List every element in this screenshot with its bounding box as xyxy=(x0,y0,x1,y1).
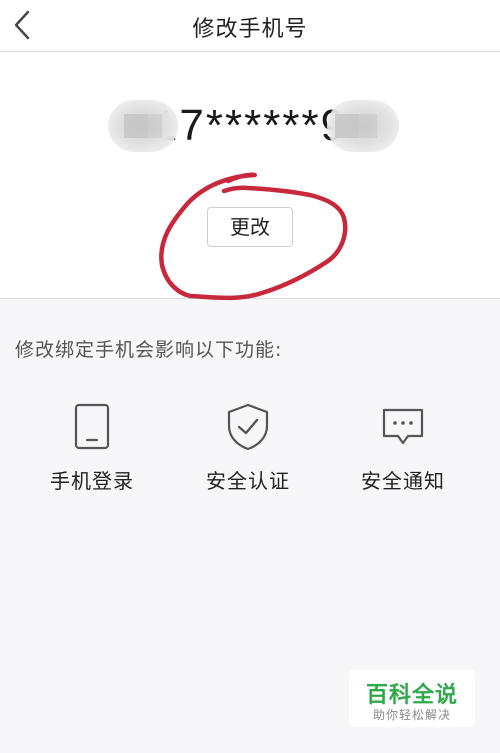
header-bar: 修改手机号 xyxy=(0,0,500,52)
feature-label: 安全认证 xyxy=(206,469,290,493)
feature-label: 安全通知 xyxy=(361,469,445,493)
watermark-subtitle: 助你轻松解决 xyxy=(372,708,451,722)
watermark-title: 百科全说 xyxy=(365,683,458,708)
watermark-logo: 百科全说 助你轻松解决 xyxy=(349,670,475,727)
feature-phone-login: 手机登录 xyxy=(27,402,157,494)
feature-security-notify: 安全通知 xyxy=(338,402,468,494)
message-icon xyxy=(380,402,426,452)
feature-security-auth: 安全认证 xyxy=(183,402,313,494)
feature-label: 手机登录 xyxy=(50,469,134,493)
change-button[interactable]: 更改 xyxy=(207,207,293,247)
privacy-blur-left xyxy=(108,100,178,152)
masked-phone-number: 17******9 xyxy=(152,101,348,150)
phone-section: 17******9 更改 xyxy=(0,53,500,301)
privacy-blur-right xyxy=(327,100,399,152)
shield-check-icon xyxy=(225,402,271,452)
page-title: 修改手机号 xyxy=(192,17,308,42)
info-text: 修改绑定手机会影响以下功能: xyxy=(15,339,283,361)
phone-icon xyxy=(69,402,115,452)
